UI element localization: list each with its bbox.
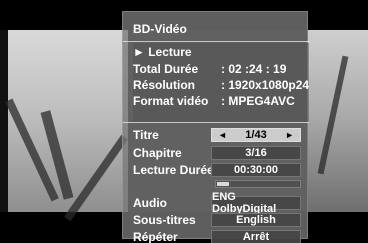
title-label: Titre: [133, 128, 159, 142]
resolution-label: Résolution: [133, 78, 195, 92]
chevron-right-icon[interactable]: ►: [285, 130, 294, 140]
chapter-label: Chapitre: [133, 146, 182, 160]
audio-field[interactable]: ENG DolbyDigital: [211, 191, 301, 215]
title-selector[interactable]: ◄ 1/43 ►: [211, 128, 301, 142]
chapter-value: 3/16: [245, 147, 267, 159]
video-format-value: : MPEG4AVC: [221, 94, 295, 108]
playback-progress-bar: [215, 180, 301, 188]
total-duration-label: Total Durée: [133, 62, 199, 76]
title-value: 1/43: [245, 129, 267, 141]
playback-progress-fill: [217, 182, 229, 186]
osd-divider: [123, 41, 309, 42]
video-format-label: Format vidéo: [133, 94, 209, 108]
osd-panel: BD-Vidéo ► Lecture Total Durée : 02 :24 …: [122, 11, 310, 243]
audio-label: Audio: [133, 196, 167, 210]
osd-divider: [123, 122, 309, 123]
repeat-value: Arrêt: [242, 231, 270, 243]
resolution-value: : 1920x1080p24: [221, 78, 310, 92]
playback-duration-value: 00:30:00: [233, 164, 279, 176]
repeat-label: Répéter: [133, 230, 178, 243]
osd-title: BD-Vidéo: [133, 22, 187, 36]
repeat-field[interactable]: Arrêt: [211, 230, 301, 243]
subtitles-value: English: [236, 214, 276, 226]
chapter-field[interactable]: 3/16: [211, 146, 301, 160]
subtitles-field[interactable]: English: [211, 213, 301, 227]
video-frame-right: [308, 30, 368, 212]
chevron-left-icon[interactable]: ◄: [218, 130, 227, 140]
total-duration-value: : 02 :24 : 19: [221, 62, 287, 76]
playback-status-text: ► Lecture: [133, 45, 192, 59]
audio-value: ENG DolbyDigital: [212, 191, 277, 215]
playback-duration-label: Lecture Durée: [133, 163, 214, 177]
subtitles-label: Sous-titres: [133, 213, 196, 227]
screen: BD-Vidéo ► Lecture Total Durée : 02 :24 …: [0, 0, 368, 243]
playback-duration-field[interactable]: 00:30:00: [211, 163, 301, 177]
